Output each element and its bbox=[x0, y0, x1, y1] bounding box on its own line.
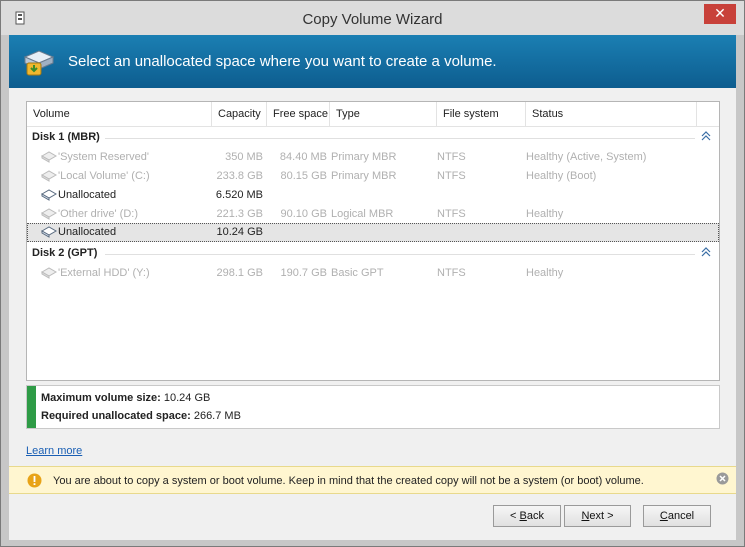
volume-row: 'System Reserved' 350 MB 84.40 MB Primar… bbox=[27, 148, 719, 167]
required-space-value: 266.7 MB bbox=[193, 410, 241, 422]
window-title: Copy Volume Wizard bbox=[302, 11, 443, 28]
column-header-type[interactable]: Type bbox=[330, 102, 437, 127]
volume-file-system: NTFS bbox=[437, 151, 466, 163]
warning-icon bbox=[27, 473, 42, 488]
back-button[interactable]: < Back bbox=[493, 505, 561, 527]
wizard-banner: Select an unallocated space where you wa… bbox=[9, 35, 736, 88]
volume-name: 'Other drive' (D:) bbox=[58, 208, 138, 220]
volume-capacity: 350 MB bbox=[225, 151, 263, 163]
volume-status: Healthy bbox=[526, 208, 564, 220]
wizard-window: Copy Volume Wizard ✕ Select an unallocat… bbox=[0, 0, 745, 547]
column-header-status[interactable]: Status bbox=[526, 102, 697, 127]
volume-capacity: 6.520 MB bbox=[215, 189, 263, 201]
volume-type: Basic GPT bbox=[331, 267, 384, 279]
volume-icon bbox=[41, 208, 57, 220]
column-header-capacity[interactable]: Capacity bbox=[212, 102, 267, 127]
volume-icon bbox=[41, 151, 57, 163]
close-button[interactable]: ✕ bbox=[704, 4, 736, 24]
separator bbox=[105, 138, 695, 139]
volume-free-space: 80.15 GB bbox=[280, 170, 327, 182]
next-button-label-rest: ext > bbox=[589, 510, 614, 522]
volume-row: 'Other drive' (D:) 221.3 GB 90.10 GB Log… bbox=[27, 205, 719, 224]
volume-name: Unallocated bbox=[58, 189, 117, 201]
volume-free-space: 190.7 GB bbox=[280, 267, 327, 279]
volume-file-system: NTFS bbox=[437, 170, 466, 182]
volume-status: Healthy bbox=[526, 267, 564, 279]
separator bbox=[105, 254, 695, 255]
volume-capacity: 233.8 GB bbox=[216, 170, 263, 182]
volume-status: Healthy (Boot) bbox=[526, 170, 597, 182]
size-info-panel: Maximum volume size: 10.24 GB Required u… bbox=[26, 385, 720, 429]
unallocated-row[interactable]: Unallocated 6.520 MB bbox=[27, 186, 719, 205]
list-header: Volume Capacity Free space Type File sys… bbox=[27, 102, 719, 127]
disk-copy-icon bbox=[23, 50, 55, 76]
disk-group-header[interactable]: Disk 2 (GPT) bbox=[27, 245, 719, 263]
collapse-icon[interactable] bbox=[701, 131, 711, 141]
disk-group-header[interactable]: Disk 1 (MBR) bbox=[27, 129, 719, 147]
volume-row: 'External HDD' (Y:) 298.1 GB 190.7 GB Ba… bbox=[27, 264, 719, 283]
disk-label: Disk 1 (MBR) bbox=[32, 131, 100, 143]
volume-type: Primary MBR bbox=[331, 170, 397, 182]
back-button-label: < bbox=[510, 510, 520, 522]
volume-name: 'Local Volume' (C:) bbox=[58, 170, 150, 182]
column-header-free-space[interactable]: Free space bbox=[267, 102, 330, 127]
volume-capacity: 298.1 GB bbox=[216, 267, 263, 279]
unallocated-icon bbox=[41, 189, 57, 201]
volume-file-system: NTFS bbox=[437, 208, 466, 220]
volume-icon bbox=[41, 170, 57, 182]
dismiss-warning-icon[interactable] bbox=[716, 472, 729, 485]
volume-free-space: 90.10 GB bbox=[280, 208, 327, 220]
required-space-line: Required unallocated space: 266.7 MB bbox=[41, 410, 241, 422]
warning-message: You are about to copy a system or boot v… bbox=[53, 475, 644, 487]
volume-capacity: 221.3 GB bbox=[216, 208, 263, 220]
volume-type: Primary MBR bbox=[331, 151, 397, 163]
volume-file-system: NTFS bbox=[437, 267, 466, 279]
volume-list[interactable]: Volume Capacity Free space Type File sys… bbox=[26, 101, 720, 381]
column-header-volume[interactable]: Volume bbox=[27, 102, 212, 127]
volume-free-space: 84.40 MB bbox=[279, 151, 327, 163]
volume-capacity: 10.24 GB bbox=[216, 226, 263, 238]
title-bar[interactable]: Copy Volume Wizard ✕ bbox=[1, 1, 744, 35]
volume-type: Logical MBR bbox=[331, 208, 394, 220]
wizard-body: Select an unallocated space where you wa… bbox=[9, 35, 736, 540]
unallocated-row-selected[interactable]: Unallocated 10.24 GB bbox=[27, 223, 719, 242]
cancel-button-label-rest: ancel bbox=[667, 510, 695, 522]
cancel-button-accel: C bbox=[659, 510, 668, 522]
collapse-icon[interactable] bbox=[701, 247, 711, 257]
max-size-value: 10.24 GB bbox=[163, 392, 211, 404]
required-space-label: Required unallocated space: bbox=[41, 410, 191, 422]
volume-status: Healthy (Active, System) bbox=[526, 151, 647, 163]
status-bar-indicator bbox=[27, 386, 36, 428]
unallocated-icon bbox=[41, 226, 57, 238]
volume-name: 'System Reserved' bbox=[58, 151, 150, 163]
back-button-label-rest: ack bbox=[526, 510, 544, 522]
column-header-file-system[interactable]: File system bbox=[437, 102, 526, 127]
max-size-line: Maximum volume size: 10.24 GB bbox=[41, 392, 210, 404]
cancel-button[interactable]: Cancel bbox=[643, 505, 711, 527]
learn-more-link[interactable]: Learn more bbox=[26, 445, 82, 457]
back-button-accel: B bbox=[519, 510, 527, 522]
volume-row: 'Local Volume' (C:) 233.8 GB 80.15 GB Pr… bbox=[27, 167, 719, 186]
next-button[interactable]: Next > bbox=[564, 505, 631, 527]
volume-name: 'External HDD' (Y:) bbox=[58, 267, 150, 279]
banner-instruction: Select an unallocated space where you wa… bbox=[68, 53, 497, 70]
warning-banner: You are about to copy a system or boot v… bbox=[9, 466, 736, 494]
volume-name: Unallocated bbox=[58, 226, 117, 238]
max-size-label: Maximum volume size: bbox=[41, 392, 161, 404]
volume-icon bbox=[41, 267, 57, 279]
disk-label: Disk 2 (GPT) bbox=[32, 247, 98, 259]
